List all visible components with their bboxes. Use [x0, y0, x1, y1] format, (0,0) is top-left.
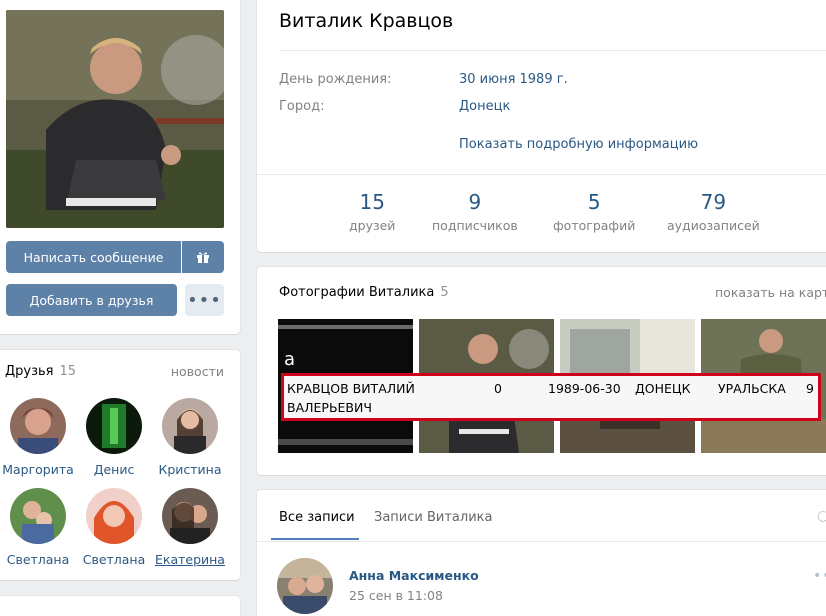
- record-name-line1: КРАВЦОВ ВИТАЛИЙ: [287, 381, 415, 396]
- friend-name: Денис: [93, 462, 135, 477]
- record-zero: 0: [494, 381, 502, 396]
- photos-header[interactable]: Фотографии Виталика 5: [279, 285, 449, 300]
- record-city: ДОНЕЦК: [635, 381, 691, 396]
- friends-header[interactable]: Друзья 15: [5, 364, 76, 379]
- friends-news-link[interactable]: новости: [171, 364, 224, 379]
- tab-own-posts[interactable]: Записи Виталика: [374, 510, 492, 525]
- add-friend-button[interactable]: Добавить в друзья: [6, 284, 177, 316]
- stat-label: аудиозаписей: [667, 218, 760, 233]
- friend-avatar: [162, 398, 218, 454]
- record-name-line2: ВАЛЕРЬЕВИЧ: [287, 400, 372, 415]
- friends-block: Друзья 15 новости Маргорита Денис Кристин…: [0, 350, 240, 580]
- birthday-label: День рождения:: [279, 72, 392, 87]
- friends-count: 15: [59, 364, 77, 379]
- photos-count: 5: [440, 285, 449, 300]
- gift-icon: [197, 252, 209, 263]
- send-message-button[interactable]: Написать сообщение: [6, 241, 181, 273]
- friend-name: Маргорита: [2, 462, 74, 477]
- wall-block: Все записи Записи Виталика ○ Анна Максим…: [257, 490, 826, 616]
- stat-followers[interactable]: 9 подписчиков: [432, 190, 518, 233]
- stat-label: друзей: [349, 218, 396, 233]
- highlighted-record: КРАВЦОВ ВИТАЛИЙ ВАЛЕРЬЕВИЧ 0 1989-06-30 …: [281, 373, 821, 421]
- friend-item[interactable]: Екатерина: [152, 488, 228, 567]
- friend-item[interactable]: Светлана: [76, 488, 152, 567]
- divider: [279, 50, 826, 51]
- friend-name: Светлана: [82, 552, 146, 567]
- stat-audio[interactable]: 79 аудиозаписей: [667, 190, 760, 233]
- friend-item[interactable]: Кристина: [152, 398, 228, 477]
- friend-item[interactable]: Маргорита: [0, 398, 76, 477]
- profile-info-card: Виталик Кравцов День рождения: 30 июня 1…: [257, 0, 826, 252]
- record-date: 1989-06-30: [548, 381, 621, 396]
- stat-label: фотографий: [553, 218, 636, 233]
- city-value[interactable]: Донецк: [459, 99, 510, 114]
- friend-avatar: [86, 488, 142, 544]
- stat-photos[interactable]: 5 фотографий: [553, 190, 635, 233]
- birthday-value[interactable]: 30 июня 1989 г.: [459, 72, 568, 87]
- friends-title: Друзья: [5, 364, 54, 379]
- show-on-map-link[interactable]: показать на карте: [715, 285, 826, 300]
- photos-title: Фотографии Виталика: [279, 285, 435, 300]
- divider: [257, 541, 826, 542]
- friend-name: Кристина: [158, 462, 222, 477]
- stat-friends[interactable]: 15 друзей: [349, 190, 395, 233]
- stat-count: 79: [700, 190, 727, 214]
- search-icon[interactable]: ○: [817, 508, 826, 524]
- tab-all-posts[interactable]: Все записи: [279, 510, 355, 525]
- record-house: 9: [806, 381, 814, 396]
- friend-name: Екатерина: [155, 552, 225, 567]
- more-actions-button[interactable]: •••: [185, 284, 224, 316]
- friend-item[interactable]: Денис: [76, 398, 152, 477]
- stat-count: 5: [587, 190, 601, 214]
- friend-avatar: [10, 398, 66, 454]
- photos-block: Фотографии Виталика 5 показать на карте a: [257, 267, 826, 475]
- profile-name: Виталик Кравцов: [279, 10, 454, 32]
- photo-overlay-text: a: [284, 349, 295, 370]
- post-author-avatar[interactable]: [277, 558, 333, 614]
- friend-name: Светлана: [6, 552, 70, 567]
- gift-button[interactable]: [182, 241, 224, 273]
- profile-photo[interactable]: [6, 10, 224, 228]
- active-tab-indicator: [271, 538, 359, 540]
- stat-count: 9: [468, 190, 482, 214]
- friend-item[interactable]: Светлана: [0, 488, 76, 567]
- profile-avatar-card: Написать сообщение Добавить в друзья •••: [0, 0, 240, 334]
- record-street: УРАЛЬСКА: [718, 381, 786, 396]
- city-label: Город:: [279, 99, 325, 114]
- divider: [257, 174, 826, 175]
- post-date[interactable]: 25 сен в 11:08: [349, 588, 443, 603]
- post-author-name[interactable]: Анна Максименко: [349, 568, 479, 583]
- friend-avatar: [86, 398, 142, 454]
- stat-label: подписчиков: [432, 218, 518, 233]
- friend-avatar: [10, 488, 66, 544]
- left-bottom-block: [0, 596, 240, 616]
- stat-count: 15: [359, 190, 385, 214]
- post-menu-icon[interactable]: •••: [813, 568, 826, 584]
- friend-avatar: [162, 488, 218, 544]
- show-more-info-link[interactable]: Показать подробную информацию: [459, 137, 698, 152]
